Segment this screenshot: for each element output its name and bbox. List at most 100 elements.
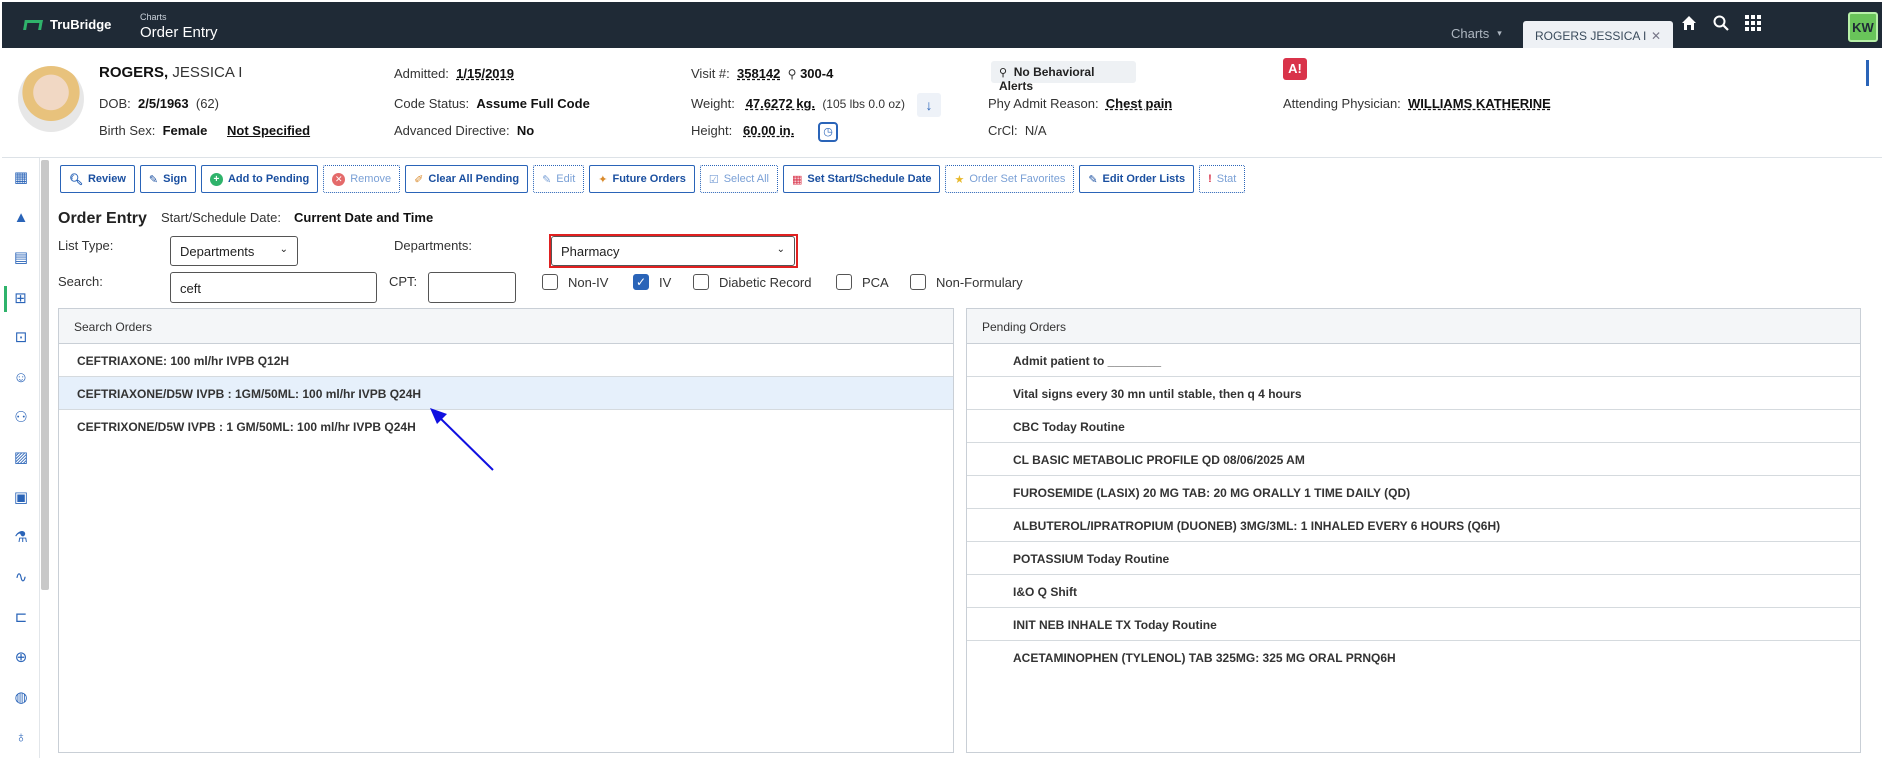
brand-logo[interactable]: TruBridge — [23, 17, 111, 32]
chart-icon[interactable]: ▨ — [11, 448, 31, 468]
vitals-icon[interactable]: ∿ — [11, 568, 31, 588]
tab-patient[interactable]: ROGERS JESSICA I ✕ — [1523, 21, 1673, 51]
allergy-alert-icon[interactable]: A! — [1283, 58, 1307, 80]
diabetic-record-checkbox[interactable]: Diabetic Record — [693, 274, 812, 290]
non-iv-checkbox[interactable]: Non-IV — [542, 274, 608, 290]
departments-select[interactable]: Pharmacy ⌄ — [551, 236, 795, 266]
attending-value[interactable]: WILLIAMS KATHERINE — [1408, 96, 1551, 111]
behavioral-alerts[interactable]: ⚲ No Behavioral Alerts — [991, 61, 1136, 93]
list-type-label: List Type: — [58, 238, 114, 253]
pending-order-row[interactable]: I&O Q Shift — [967, 575, 1860, 608]
phy-reason-value[interactable]: Chest pain — [1106, 96, 1172, 111]
dashboard-icon[interactable]: ▦ — [11, 168, 31, 188]
pending-order-row[interactable]: INIT NEB INHALE TX Today Routine — [967, 608, 1860, 641]
patient-gender[interactable]: Not Specified — [227, 123, 310, 138]
clear-pending-label: Clear All Pending — [428, 173, 520, 185]
non-formulary-checkbox[interactable]: Non-Formulary — [910, 274, 1023, 290]
user-avatar[interactable]: KW — [1848, 12, 1878, 42]
pending-order-row[interactable]: Admit patient to ________ — [967, 344, 1860, 377]
patient-photo — [18, 66, 84, 132]
checkbox-checked[interactable]: ✓ — [633, 274, 649, 290]
set-start-schedule-button[interactable]: ▦ Set Start/Schedule Date — [782, 165, 941, 193]
admitted-value[interactable]: 1/15/2019 — [456, 66, 514, 81]
pending-orders-header: Pending Orders — [967, 309, 1860, 344]
stat-button[interactable]: ! Stat — [1199, 165, 1246, 193]
iv-checkbox[interactable]: ✓ IV — [633, 274, 671, 290]
add-to-pending-button[interactable]: + Add to Pending — [200, 165, 319, 193]
cpt-input[interactable] — [428, 272, 516, 303]
future-orders-button[interactable]: ✦ Future Orders — [589, 165, 695, 193]
care-team-icon[interactable]: ⚇ — [11, 408, 31, 428]
pending-order-row[interactable]: FUROSEMIDE (LASIX) 20 MG TAB: 20 MG ORAL… — [967, 476, 1860, 509]
edit-order-lists-button[interactable]: ✎ Edit Order Lists — [1079, 165, 1195, 193]
select-all-button[interactable]: ☑ Select All — [699, 165, 778, 193]
apps-grid-icon[interactable] — [1744, 14, 1762, 32]
tab-patient-label: ROGERS JESSICA I — [1535, 29, 1647, 43]
weight-value[interactable]: 47.6272 kg. — [746, 96, 815, 111]
pending-orders-panel: Pending Orders Admit patient to ________… — [966, 308, 1861, 753]
patient-name: ROGERS, JESSICA I — [99, 64, 242, 81]
search-order-row[interactable]: CEFTRIXONE/D5W IVPB : 1 GM/50ML: 100 ml/… — [59, 410, 953, 443]
search-icon[interactable] — [1712, 14, 1730, 32]
checkbox-box[interactable] — [542, 274, 558, 290]
home-icon[interactable] — [1680, 14, 1698, 32]
visit-value[interactable]: 358142 — [737, 66, 780, 81]
search-order-row-selected[interactable]: CEFTRIAXONE/D5W IVPB : 1GM/50ML: 100 ml/… — [59, 377, 953, 410]
search-input[interactable]: ceft — [170, 272, 377, 303]
checkbox-box[interactable] — [910, 274, 926, 290]
pending-order-row[interactable]: ALBUTEROL/IPRATROPIUM (DUONEB) 3MG/3ML: … — [967, 509, 1860, 542]
code-status-value: Assume Full Code — [476, 96, 590, 111]
patient-dob: DOB: 2/5/1963 (62) — [99, 96, 219, 111]
edit-icon: ✎ — [542, 173, 552, 186]
notes-icon[interactable]: ▣ — [11, 488, 31, 508]
person-circle-icon[interactable]: ☺ — [11, 368, 31, 388]
edit-button[interactable]: ✎ Edit — [533, 165, 585, 193]
birth-sex-label: Birth Sex: — [99, 123, 156, 138]
clear-all-pending-button[interactable]: ✐ Clear All Pending — [405, 165, 529, 193]
remove-label: Remove — [350, 173, 392, 185]
rail-scrollbar[interactable] — [41, 160, 49, 590]
set-start-label: Set Start/Schedule Date — [807, 173, 932, 185]
gender-value[interactable]: Not Specified — [227, 123, 310, 138]
sign-label: Sign — [163, 173, 187, 185]
pca-checkbox[interactable]: PCA — [836, 274, 889, 290]
breadcrumb-parent[interactable]: Charts — [140, 13, 218, 22]
schedule-order-icon[interactable]: ⊡ — [11, 328, 31, 348]
document-icon[interactable]: ▤ — [11, 248, 31, 268]
medication-icon[interactable]: ⊕ — [11, 648, 31, 668]
crcl-label: CrCl: — [988, 123, 1018, 138]
order-entry-icon[interactable]: ⊞ — [4, 286, 34, 312]
shield-icon: ⚲ — [999, 67, 1008, 79]
pen-icon: ✎ — [148, 173, 159, 186]
bed-icon[interactable]: ⊏ — [11, 608, 31, 628]
pending-order-row[interactable]: CBC Today Routine — [967, 410, 1860, 443]
globe-icon[interactable]: ◍ — [11, 688, 31, 708]
sign-button[interactable]: ✎ Sign — [139, 165, 196, 193]
pending-order-row[interactable]: ACETAMINOPHEN (TYLENOL) TAB 325MG: 325 M… — [967, 641, 1860, 674]
tab-charts[interactable]: Charts ▾ — [1451, 26, 1502, 41]
checkbox-box[interactable] — [693, 274, 709, 290]
start-date-value: Current Date and Time — [294, 210, 434, 225]
search-order-row[interactable]: CEFTRIAXONE: 100 ml/hr IVPB Q12H — [59, 344, 953, 377]
measure-icon[interactable]: ◷ — [818, 122, 838, 142]
list-type-select[interactable]: Departments ⌄ — [170, 236, 298, 266]
order-set-favorites-button[interactable]: ★ Order Set Favorites — [945, 165, 1075, 193]
pending-order-row[interactable]: Vital signs every 30 mn until stable, th… — [967, 377, 1860, 410]
lab-flask-icon[interactable]: ⚗ — [11, 528, 31, 548]
stethoscope-icon[interactable]: ♁ — [11, 728, 31, 748]
alert-triangle-icon[interactable]: ▲ — [11, 208, 31, 228]
magnifier-icon: 🔍︎ — [69, 173, 83, 186]
order-toolbar: 🔍︎ Review ✎ Sign + Add to Pending ✕ Remove ✐… — [60, 165, 1246, 193]
checkbox-box[interactable] — [836, 274, 852, 290]
height-value[interactable]: 60.00 in. — [743, 123, 794, 138]
remove-button[interactable]: ✕ Remove — [323, 165, 401, 193]
pending-order-row[interactable]: POTASSIUM Today Routine — [967, 542, 1860, 575]
pending-order-row[interactable]: CL BASIC METABOLIC PROFILE QD 08/06/2025… — [967, 443, 1860, 476]
future-orders-label: Future Orders — [612, 173, 686, 185]
remove-icon: ✕ — [332, 172, 346, 186]
close-icon[interactable]: ✕ — [1651, 29, 1661, 43]
breadcrumb: Charts Order Entry — [140, 13, 218, 41]
review-button[interactable]: 🔍︎ Review — [60, 165, 135, 193]
arrow-down-icon[interactable]: ↓ — [917, 93, 941, 117]
dob-label: DOB: — [99, 96, 131, 111]
